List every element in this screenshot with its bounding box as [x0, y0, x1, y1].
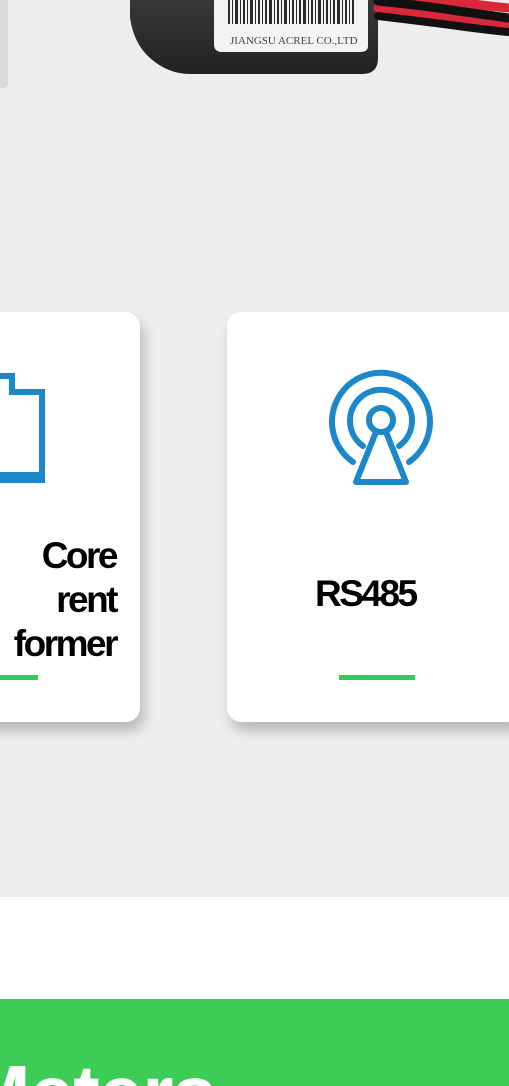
adjacent-product-edge: [0, 0, 8, 88]
section-spacer: [0, 897, 509, 999]
current-transformer-icon: [0, 373, 45, 483]
feature-title-line: former: [13, 623, 119, 664]
feature-title: Core rent former: [13, 534, 119, 666]
banner-heading: Meters: [0, 1049, 217, 1086]
accent-underline: [339, 675, 415, 680]
feature-section: JIANGSU ACREL CO.,LTD Core rent former R…: [0, 0, 509, 897]
product-label-text: JIANGSU ACREL CO.,LTD: [230, 35, 358, 47]
feature-title-line: Core: [41, 535, 119, 576]
product-image: JIANGSU ACREL CO.,LTD: [130, 0, 509, 74]
feature-card-current-transformer[interactable]: Core rent former: [0, 312, 140, 722]
meters-banner: Meters: [0, 999, 509, 1086]
feature-card-rs485[interactable]: RS485: [227, 312, 509, 722]
accent-underline: [0, 675, 38, 680]
feature-title: RS485: [315, 573, 418, 614]
antenna-icon: [329, 369, 433, 485]
feature-title-line: rent: [56, 579, 118, 620]
